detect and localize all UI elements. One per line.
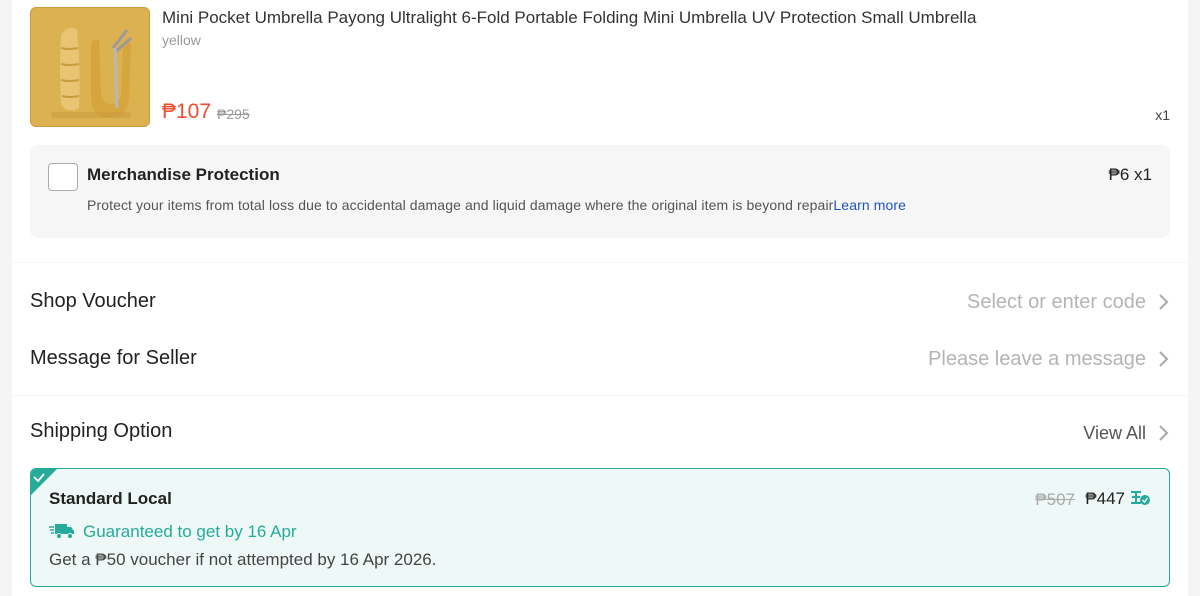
product-title[interactable]: Mini Pocket Umbrella Payong Ultralight 6… xyxy=(162,8,976,28)
shipping-name: Standard Local xyxy=(49,489,172,508)
protection-price: ₱6 x1 xyxy=(1108,165,1152,184)
chevron-right-icon xyxy=(1159,425,1169,441)
protection-description: Protect your items from total loss due t… xyxy=(87,197,906,213)
message-seller-input[interactable]: Please leave a message xyxy=(928,348,1146,371)
protection-checkbox[interactable] xyxy=(48,163,78,191)
protection-description-text: Protect your items from total loss due t… xyxy=(87,197,834,213)
product-original-price: ₱295 xyxy=(217,106,250,122)
order-item-card: Mini Pocket Umbrella Payong Ultralight 6… xyxy=(12,0,1188,262)
delivery-voucher-note: Get a ₱50 voucher if not attempted by 16… xyxy=(49,550,437,569)
shop-voucher-value[interactable]: Select or enter code xyxy=(967,291,1146,314)
shipping-option-title: Shipping Option xyxy=(30,420,173,442)
view-all-link[interactable]: View All xyxy=(1083,423,1146,444)
protection-title: Merchandise Protection xyxy=(87,165,280,184)
chevron-right-icon xyxy=(1159,351,1169,367)
learn-more-link[interactable]: Learn more xyxy=(833,197,906,213)
shipping-original-price: ₱507 xyxy=(1035,490,1075,509)
voucher-message-card: Shop Voucher Select or enter code Messag… xyxy=(12,263,1188,395)
delivery-guarantee: Guaranteed to get by 16 Apr xyxy=(83,522,297,541)
shop-voucher-label: Shop Voucher xyxy=(30,290,156,312)
product-quantity: x1 xyxy=(1155,107,1170,123)
chevron-right-icon xyxy=(1159,294,1169,310)
shipping-option-card: Shipping Option View All Standard Local … xyxy=(12,396,1188,596)
fast-delivery-truck-icon xyxy=(49,524,74,539)
shipping-voucher-icon xyxy=(1131,491,1150,505)
umbrella-product-image-icon xyxy=(31,8,149,126)
merchandise-protection-panel: Merchandise Protection ₱6 x1 Protect you… xyxy=(30,145,1170,238)
message-seller-label: Message for Seller xyxy=(30,347,197,369)
product-variant: yellow xyxy=(162,32,201,48)
product-image[interactable] xyxy=(30,7,150,127)
shipping-price: ₱447 xyxy=(1085,489,1125,508)
product-price: ₱107 xyxy=(162,100,212,123)
selected-shipping-option[interactable]: Standard Local ₱507 ₱447 Guaranteed to g… xyxy=(30,468,1170,587)
